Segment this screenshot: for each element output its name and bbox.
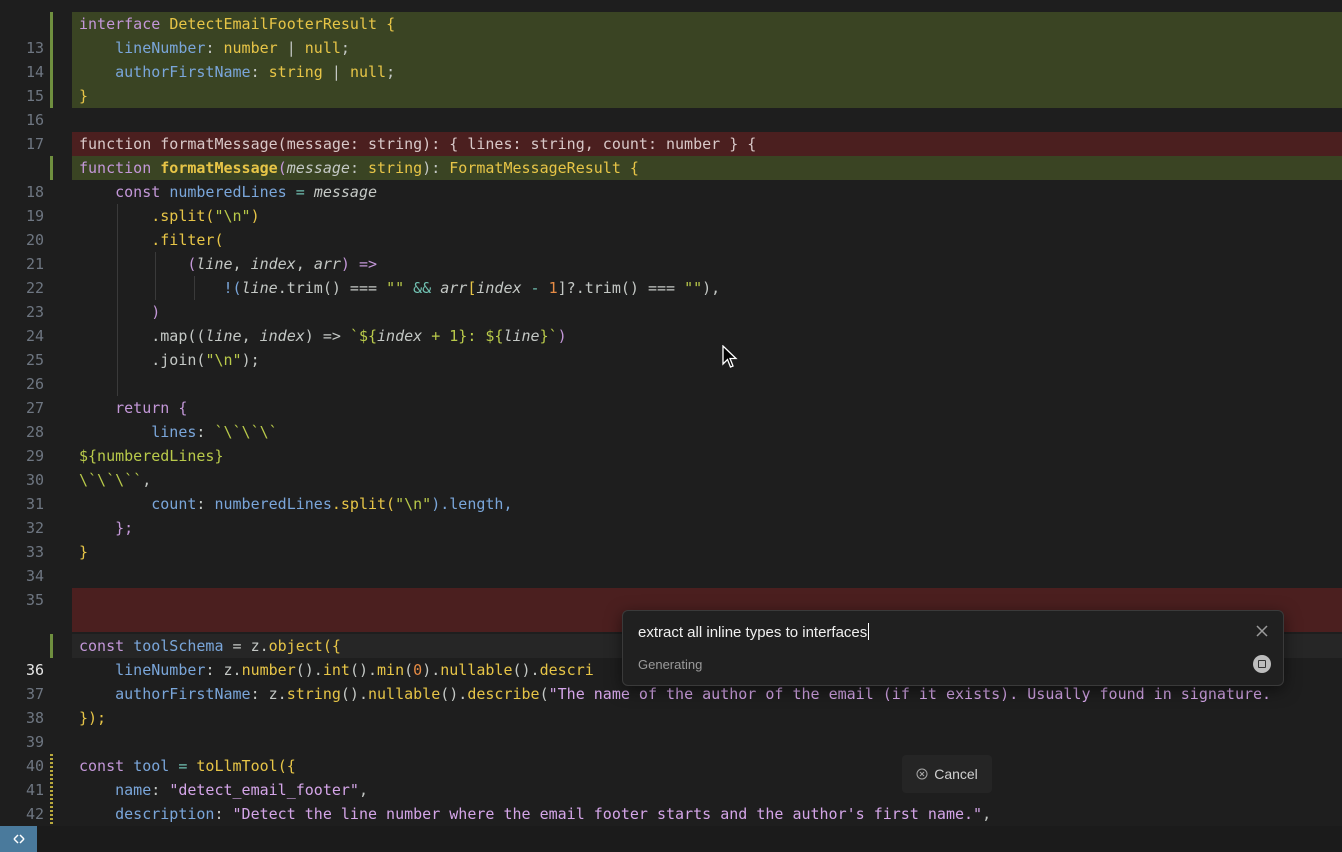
code-line[interactable]: 31 \`\`\``, (0, 468, 1342, 513)
remote-icon (12, 834, 25, 844)
diff-added-marker (50, 12, 53, 36)
diff-added-marker (50, 156, 53, 180)
code-line[interactable]: 43 description: "Detect the line number … (0, 802, 1342, 826)
code-line[interactable]: 13 interface DetectEmailFooterResult { (0, 12, 1342, 57)
code-line[interactable]: 22 (line, index, arr) => (0, 252, 1342, 297)
inline-prompt-widget[interactable]: extract all inline types to interfaces G… (622, 610, 1284, 686)
diff-added-marker (50, 60, 53, 84)
code-line[interactable]: 27 (0, 372, 1342, 417)
code-line[interactable]: 26 .join("\n"); (0, 348, 1342, 393)
code-line[interactable]: 40 (0, 730, 1342, 775)
diff-added-marker (50, 36, 53, 60)
code-line[interactable]: 16 } (0, 84, 1342, 129)
code-line[interactable]: 29 lines: `\`\`\` (0, 420, 1342, 465)
code-line[interactable]: 21 .filter( (0, 228, 1342, 273)
code-line[interactable]: 24 ) (0, 300, 1342, 345)
prompt-input[interactable]: extract all inline types to interfaces (638, 623, 869, 641)
diff-modified-marker (50, 754, 53, 778)
diff-modified-marker (50, 802, 53, 826)
code-line[interactable]: 18 function formatMessage(message: strin… (0, 156, 1342, 201)
code-line[interactable]: 35 (0, 564, 1342, 609)
mouse-pointer-icon (722, 345, 738, 368)
code-line[interactable]: 17 (0, 108, 1342, 153)
code-line[interactable]: 41 const tool = toLlmTool({ (0, 754, 1342, 799)
status-bar (0, 826, 1342, 852)
line-number: 35 (25, 591, 44, 609)
cancel-circle-icon (916, 768, 928, 780)
code-line[interactable]: 14 lineNumber: number | null; (0, 36, 1342, 81)
code-line[interactable]: 39 }); (0, 706, 1342, 751)
cancel-button[interactable]: Cancel (902, 755, 992, 793)
folded-region-marker: ... (84, 0, 109, 2)
diff-added-marker (50, 634, 53, 658)
diff-added-marker (50, 84, 53, 108)
diff-modified-marker (50, 778, 53, 802)
code-line[interactable]: 20 .split("\n") (0, 204, 1342, 249)
cancel-label: Cancel (934, 766, 978, 782)
generating-status: Generating (638, 657, 703, 672)
code-line[interactable]: 19 const numberedLines = message (0, 180, 1342, 225)
diff-removed-line[interactable]: function formatMessage(message: string):… (0, 132, 1342, 156)
code-line[interactable]: 30 ${numberedLines} (0, 444, 1342, 489)
remote-connection-button[interactable] (0, 826, 37, 852)
close-icon[interactable] (1255, 624, 1269, 638)
code-line[interactable]: 32 count: numberedLines.split("\n").leng… (0, 492, 1342, 537)
code-line[interactable]: 33 }; (0, 516, 1342, 561)
code-line[interactable]: 42 name: "detect_email_footer", (0, 778, 1342, 823)
code-editor[interactable]: ... 13 interface DetectEmailFooterResult… (0, 0, 1342, 826)
code-line[interactable]: 23 !(line.trim() === "" && arr[index - 1… (0, 276, 1342, 321)
code-line[interactable]: 15 authorFirstName: string | null; (0, 60, 1342, 105)
stop-icon[interactable] (1253, 655, 1271, 673)
code-line[interactable]: 34 } (0, 540, 1342, 585)
code-line[interactable]: 28 return { (0, 396, 1342, 441)
code-line[interactable]: 25 .map((line, index) => `${index + 1}: … (0, 324, 1342, 369)
